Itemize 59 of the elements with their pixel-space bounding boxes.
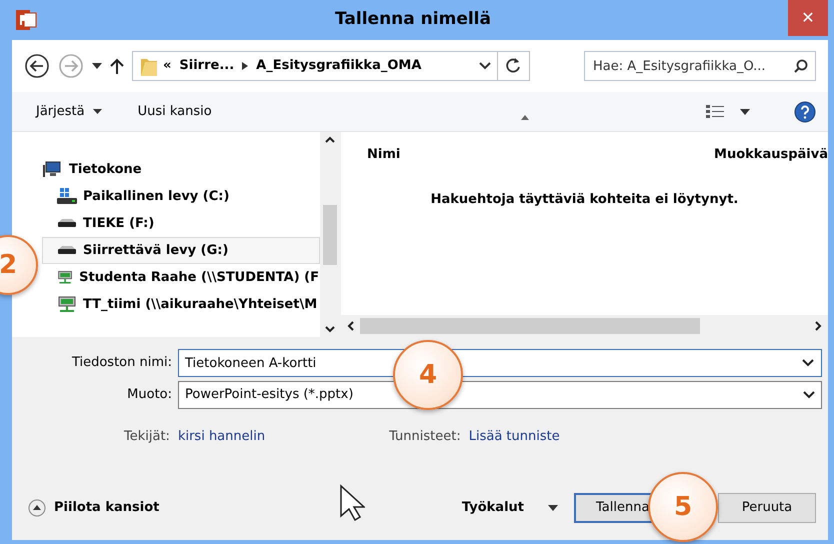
path-segment[interactable]: Siirre... — [179, 56, 234, 76]
scroll-thumb[interactable] — [323, 204, 337, 264]
tree-item[interactable]: Tietokone — [42, 156, 320, 183]
path-segment[interactable]: « — [163, 56, 172, 76]
back-button[interactable] — [24, 53, 50, 79]
scrollbar[interactable] — [320, 132, 340, 337]
scroll-up-icon[interactable] — [325, 136, 335, 143]
collapse-icon — [28, 499, 46, 517]
tags-link[interactable]: Lisää tunniste — [468, 427, 560, 446]
up-arrow-icon[interactable] — [110, 58, 124, 74]
scroll-down-icon[interactable] — [325, 326, 335, 333]
search-icon — [794, 59, 808, 73]
sort-caret-icon — [521, 114, 529, 120]
dropdown-caret-icon — [803, 391, 815, 399]
scroll-thumb[interactable] — [360, 318, 700, 334]
tools-button[interactable]: Työkalut — [462, 498, 558, 518]
hide-folders-button[interactable]: Piilota kansiot — [28, 498, 160, 518]
computer-icon — [43, 161, 63, 178]
scroll-left-icon[interactable] — [347, 321, 354, 331]
field-label: Tiedoston nimi: — [70, 354, 172, 372]
path-segment[interactable]: A_Esitysgrafiikka_OMA — [256, 56, 422, 76]
drive-icon — [57, 219, 77, 228]
empty-message: Hakuehtoja täyttäviä kohteita ei löytynyt. — [430, 191, 740, 209]
caret-icon — [740, 108, 750, 114]
tree-item[interactable]: Siirrettävä levy (G:) — [42, 237, 320, 264]
window-title: Tallenna nimellä — [334, 8, 492, 32]
network-drive-icon — [57, 296, 77, 313]
caret-icon — [92, 109, 102, 114]
separator-icon — [242, 62, 248, 70]
history-caret-icon[interactable] — [92, 63, 102, 69]
caret-icon — [548, 505, 558, 511]
drive-icon — [57, 188, 77, 205]
dropdown-caret-icon[interactable] — [802, 359, 814, 367]
scroll-right-icon[interactable] — [815, 321, 822, 331]
column-header[interactable]: Nimi — [341, 144, 400, 164]
tree-item[interactable]: Paikallinen levy (C:) — [42, 183, 320, 210]
app-icon — [16, 9, 38, 31]
tree-item[interactable]: Studenta Raahe (\\STUDENTA) (F — [42, 264, 320, 291]
search-field[interactable]: Hae: A_Esitysgrafiikka_O... — [584, 51, 816, 81]
organize-button[interactable]: Järjestä — [36, 102, 102, 122]
network-drive-icon — [57, 269, 74, 286]
column-header[interactable]: Muokkauspäivä — [714, 144, 828, 164]
help-icon[interactable] — [794, 100, 816, 122]
tree-item[interactable]: TIEKE (F:) — [42, 210, 320, 237]
new-folder-button[interactable]: Uusi kansio — [138, 102, 212, 122]
cancel-button[interactable]: Peruuta — [718, 493, 816, 523]
field-label: Muoto: — [126, 386, 172, 404]
drive-icon — [57, 246, 77, 255]
view-options-button[interactable] — [706, 104, 750, 118]
close-button[interactable]: ✕ — [788, 0, 828, 36]
authors-link[interactable]: kirsi hannelin — [178, 427, 266, 446]
field-label: Tekijät: — [124, 428, 170, 446]
folder-icon — [141, 56, 157, 76]
tree-item[interactable]: TT_tiimi (\\aikuraahe\Yhteiset\M — [42, 291, 320, 318]
mouse-cursor-icon — [339, 484, 366, 522]
scrollbar[interactable] — [341, 315, 828, 337]
address-bar[interactable]: « Siirre... A_Esitysgrafiikka_OMA — [132, 51, 530, 81]
dropdown-caret-icon[interactable] — [479, 62, 491, 70]
field-label: Tunnisteet: — [389, 428, 461, 446]
